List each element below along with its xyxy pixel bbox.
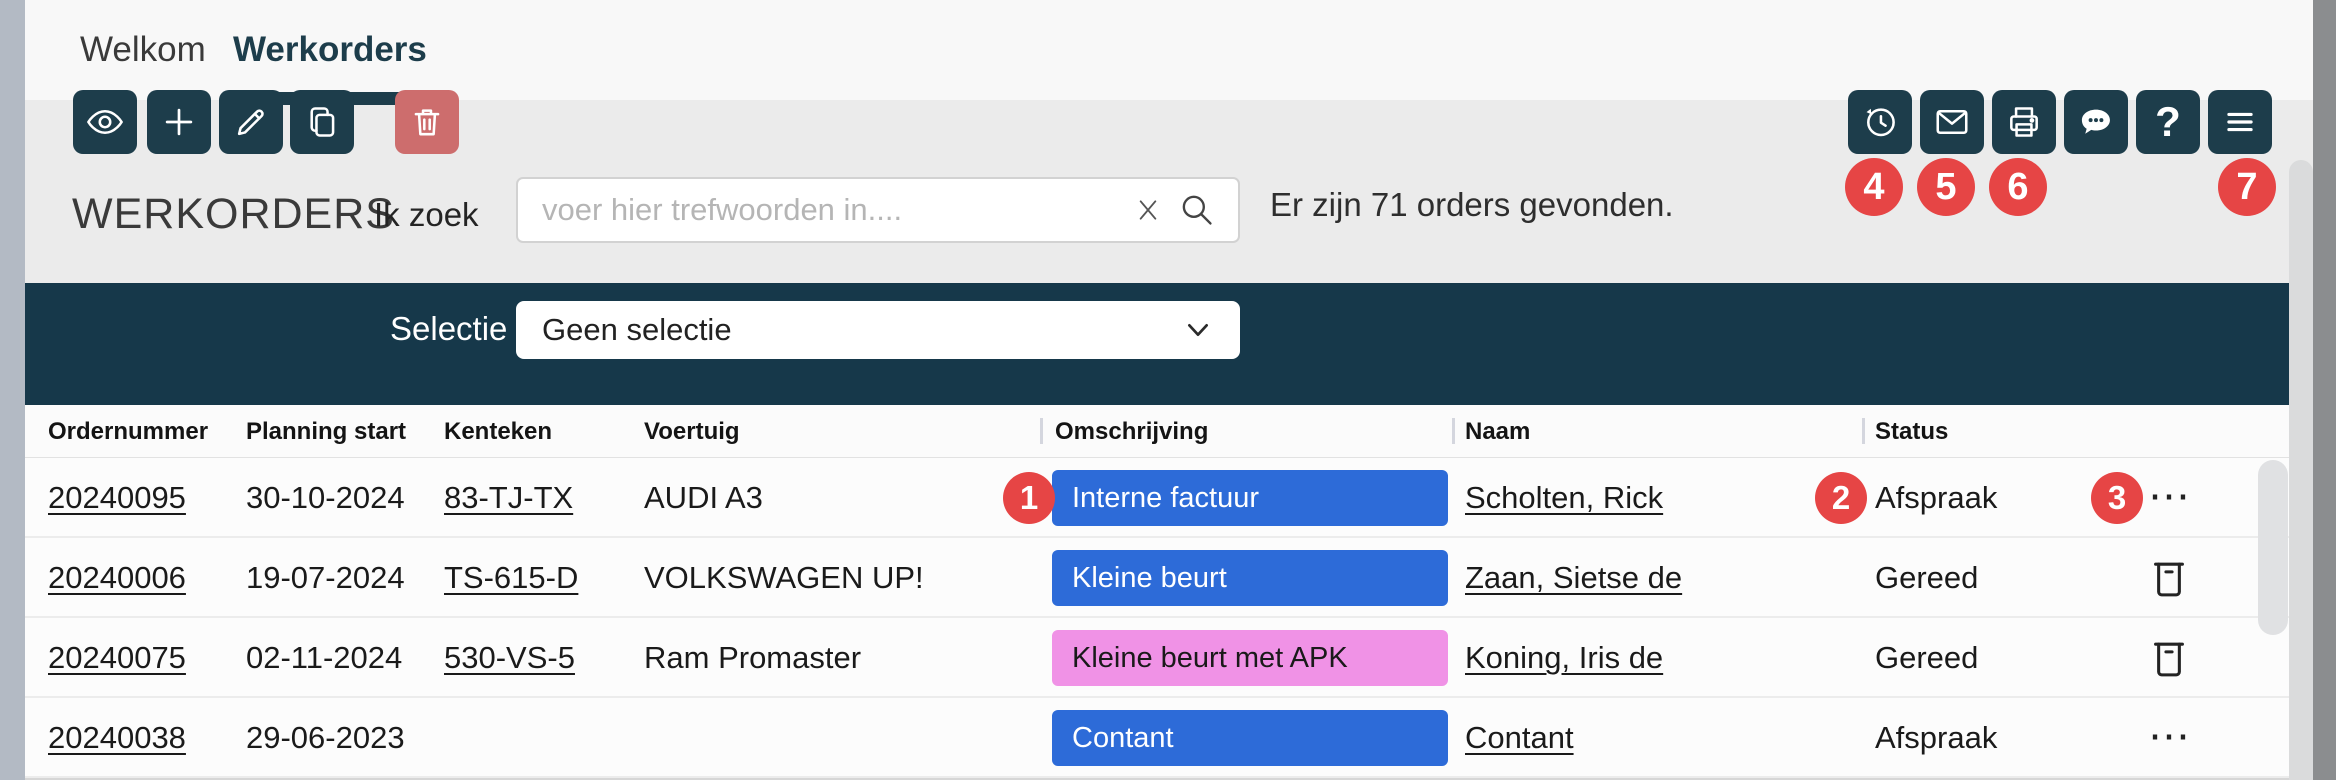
werkorders-screen: Welkom Werkorders	[0, 0, 2336, 780]
right-edge-strip	[2313, 0, 2336, 780]
eye-icon	[86, 103, 124, 141]
table-row[interactable]: 20240006 19-07-2024 TS-615-D VOLKSWAGEN …	[25, 538, 2313, 618]
printer-icon	[2005, 103, 2043, 141]
customer-name-link[interactable]: Zaan, Sietse de	[1465, 538, 1682, 618]
description-chip[interactable]: Contant	[1052, 710, 1448, 766]
status-cell: Afspraak	[1875, 698, 1997, 778]
status-cell: Afspraak	[1875, 458, 1997, 538]
row-menu-icon[interactable]: ⋯	[2140, 458, 2200, 538]
trash-icon	[408, 103, 446, 141]
chevron-down-icon	[1182, 314, 1214, 346]
selection-value: Geen selectie	[542, 301, 732, 359]
selection-label: Selectie	[390, 310, 507, 348]
callout-badge-6: 6	[1989, 158, 2047, 216]
search-input[interactable]	[518, 179, 1142, 241]
callout-badge-5: 5	[1917, 158, 1975, 216]
selection-dropdown[interactable]: Geen selectie	[516, 301, 1240, 359]
column-separator	[1452, 418, 1455, 444]
status-cell: Gereed	[1875, 618, 1978, 698]
column-header-omschrijving[interactable]: Omschrijving	[1055, 405, 1208, 458]
edit-button[interactable]	[219, 90, 283, 154]
callout-badge-2: 2	[1815, 472, 1867, 524]
description-chip[interactable]: Interne factuur	[1052, 470, 1448, 526]
search-icon[interactable]	[1178, 191, 1216, 229]
view-button[interactable]	[73, 90, 137, 154]
search-box	[516, 177, 1240, 243]
page-title: WERKORDERS	[72, 190, 395, 239]
table-scrollbar-thumb[interactable]	[2258, 460, 2288, 635]
license-plate-link[interactable]: TS-615-D	[444, 538, 578, 618]
table-row[interactable]: 20240038 29-06-2023 Contant Contant Afsp…	[25, 698, 2313, 778]
search-label: Ik zoek	[374, 196, 479, 234]
hamburger-icon	[2221, 103, 2259, 141]
license-plate-link[interactable]: 83-TJ-TX	[444, 458, 573, 538]
column-header-ordernummer[interactable]: Ordernummer	[48, 405, 208, 458]
table-row[interactable]: 20240095 30-10-2024 83-TJ-TX AUDI A3 Int…	[25, 458, 2313, 538]
status-cell: Gereed	[1875, 538, 1978, 618]
column-separator	[1862, 418, 1865, 444]
left-edge-strip	[0, 0, 25, 780]
tab-werkorders[interactable]: Werkorders	[233, 0, 427, 100]
email-button[interactable]	[1920, 90, 1984, 154]
clear-search-icon[interactable]	[1132, 194, 1164, 226]
history-button[interactable]	[1848, 90, 1912, 154]
results-count-text: Er zijn 71 orders gevonden.	[1270, 186, 1674, 224]
column-header-planning-start[interactable]: Planning start	[246, 405, 406, 458]
tab-welkom[interactable]: Welkom	[80, 0, 206, 100]
archive-icon[interactable]	[2146, 635, 2192, 681]
order-number-link[interactable]: 20240075	[48, 618, 186, 698]
customer-name-link[interactable]: Scholten, Rick	[1465, 458, 1663, 538]
column-separator	[1040, 418, 1043, 444]
vehicle-cell: VOLKSWAGEN UP!	[644, 538, 924, 618]
planning-start-cell: 02-11-2024	[246, 618, 402, 698]
vehicle-cell: AUDI A3	[644, 458, 763, 538]
column-header-kenteken[interactable]: Kenteken	[444, 405, 552, 458]
history-icon	[1861, 103, 1899, 141]
plus-icon	[160, 103, 198, 141]
callout-badge-4: 4	[1845, 158, 1903, 216]
callout-badge-3: 3	[2091, 472, 2143, 524]
column-header-voertuig[interactable]: Voertuig	[644, 405, 740, 458]
customer-name-link[interactable]: Koning, Iris de	[1465, 618, 1663, 698]
column-header-status[interactable]: Status	[1875, 405, 1948, 458]
menu-button[interactable]	[2208, 90, 2272, 154]
callout-badge-7: 7	[2218, 158, 2276, 216]
page-scrollbar[interactable]	[2289, 160, 2313, 780]
print-button[interactable]	[1992, 90, 2056, 154]
row-menu-icon[interactable]: ⋯	[2140, 698, 2200, 778]
planning-start-cell: 19-07-2024	[246, 538, 405, 618]
column-header-naam[interactable]: Naam	[1465, 405, 1530, 458]
callout-badge-1: 1	[1003, 472, 1055, 524]
question-icon: ?	[2155, 98, 2181, 146]
order-number-link[interactable]: 20240038	[48, 698, 186, 778]
chat-button[interactable]	[2064, 90, 2128, 154]
order-number-link[interactable]: 20240095	[48, 458, 186, 538]
chat-bubble-icon	[2077, 103, 2115, 141]
add-button[interactable]	[147, 90, 211, 154]
customer-name-link[interactable]: Contant	[1465, 698, 1574, 778]
planning-start-cell: 30-10-2024	[246, 458, 405, 538]
envelope-icon	[1933, 103, 1971, 141]
delete-button[interactable]	[395, 90, 459, 154]
help-button[interactable]: ?	[2136, 90, 2200, 154]
description-chip[interactable]: Kleine beurt met APK	[1052, 630, 1448, 686]
description-chip[interactable]: Kleine beurt	[1052, 550, 1448, 606]
license-plate-link[interactable]: 530-VS-5	[444, 618, 575, 698]
vehicle-cell: Ram Promaster	[644, 618, 861, 698]
pencil-icon	[232, 103, 270, 141]
duplicate-button[interactable]	[290, 90, 354, 154]
table-row[interactable]: 20240075 02-11-2024 530-VS-5 Ram Promast…	[25, 618, 2313, 698]
order-number-link[interactable]: 20240006	[48, 538, 186, 618]
planning-start-cell: 29-06-2023	[246, 698, 405, 778]
copy-icon	[303, 103, 341, 141]
archive-icon[interactable]	[2146, 555, 2192, 601]
